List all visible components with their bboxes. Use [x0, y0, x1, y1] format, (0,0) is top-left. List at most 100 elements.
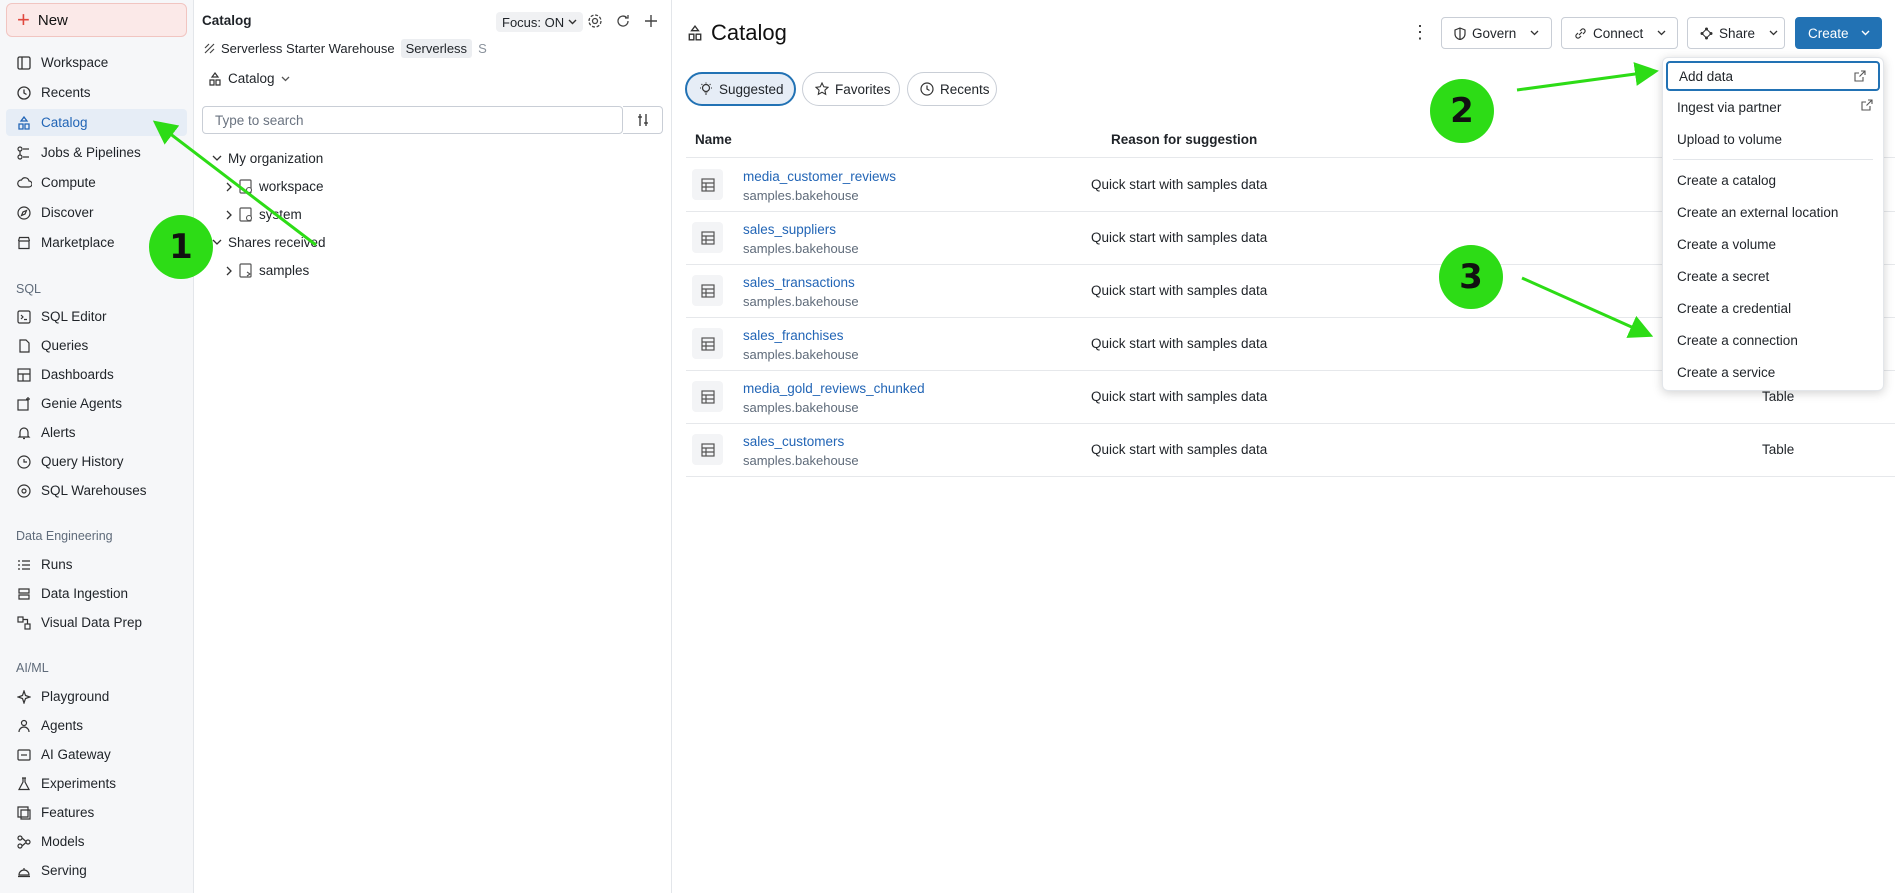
sidebar-item-label: Recents: [41, 85, 91, 100]
menu-item-ingest-via-partner[interactable]: Ingest via partner: [1663, 92, 1885, 122]
sidebar-item-alerts[interactable]: Alerts: [6, 419, 187, 446]
sidebar-item-features[interactable]: Features: [6, 799, 187, 826]
sidebar-item-compute[interactable]: Compute: [6, 169, 187, 196]
external-link-icon: [1861, 99, 1873, 111]
menu-item-create-secret[interactable]: Create a secret: [1663, 261, 1885, 291]
column-header-reason[interactable]: Reason for suggestion: [1111, 132, 1257, 147]
history-icon: [16, 454, 32, 470]
sidebar-item-label: Data Ingestion: [41, 586, 129, 601]
catalog-type-dropdown[interactable]: Catalog: [208, 71, 290, 86]
table-row[interactable]: sales_customers samples.bakehouse Quick …: [686, 423, 1895, 477]
features-icon: [16, 805, 32, 821]
share-button[interactable]: Share: [1687, 17, 1785, 49]
shield-icon: [1454, 26, 1466, 40]
chevron-down-icon: [212, 155, 222, 162]
catalog-db-icon: [239, 179, 253, 194]
connect-button[interactable]: Connect: [1561, 17, 1678, 49]
tree-node-workspace[interactable]: workspace: [226, 179, 324, 194]
row-name-link[interactable]: sales_suppliers: [743, 222, 836, 237]
menu-item-create-catalog[interactable]: Create a catalog: [1663, 165, 1885, 195]
menu-item-create-volume[interactable]: Create a volume: [1663, 229, 1885, 259]
row-name-link[interactable]: media_gold_reviews_chunked: [743, 381, 925, 396]
catalog-search-input[interactable]: Type to search: [202, 106, 623, 134]
compass-icon: [16, 205, 32, 221]
row-reason: Quick start with samples data: [1091, 230, 1268, 245]
row-path: samples.bakehouse: [743, 188, 859, 203]
sidebar-item-query-history[interactable]: Query History: [6, 448, 187, 475]
add-icon[interactable]: [642, 12, 660, 30]
row-name-link[interactable]: sales_franchises: [743, 328, 844, 343]
filter-button[interactable]: [623, 106, 663, 134]
sidebar-item-models[interactable]: Models: [6, 828, 187, 855]
more-options-icon[interactable]: ⋮: [1411, 22, 1429, 43]
tab-label: Favorites: [835, 81, 891, 97]
catalog-explorer-panel: Catalog Focus: ON Serverless Starter War…: [193, 0, 672, 893]
tree-node-my-organization[interactable]: My organization: [212, 151, 323, 166]
sidebar-item-label: Queries: [41, 338, 89, 353]
menu-item-create-external-location[interactable]: Create an external location: [1663, 197, 1885, 227]
dashboard-icon: [16, 367, 32, 383]
catalog-dropdown-label: Catalog: [228, 71, 275, 86]
share-label: Share: [1719, 25, 1756, 41]
sidebar-item-playground[interactable]: Playground: [6, 683, 187, 710]
row-name-link[interactable]: media_customer_reviews: [743, 169, 896, 184]
clock-icon: [16, 85, 32, 101]
menu-item-create-service[interactable]: Create a service: [1663, 357, 1885, 387]
chevron-down-icon: [1657, 30, 1666, 36]
row-name-link[interactable]: sales_transactions: [743, 275, 855, 290]
sql-editor-icon: [16, 309, 32, 325]
tab-favorites[interactable]: Favorites: [802, 72, 900, 106]
ingestion-icon: [16, 586, 32, 602]
menu-item-upload-to-volume[interactable]: Upload to volume: [1663, 124, 1885, 154]
sidebar-item-data-ingestion[interactable]: Data Ingestion: [6, 580, 187, 607]
gear-icon[interactable]: [586, 12, 604, 30]
menu-item-add-data[interactable]: Add data: [1666, 61, 1880, 91]
warehouse-badge: Serverless: [400, 39, 473, 58]
sidebar-item-sql-editor[interactable]: SQL Editor: [6, 303, 187, 330]
row-path: samples.bakehouse: [743, 453, 859, 468]
menu-item-create-credential[interactable]: Create a credential: [1663, 293, 1885, 323]
sidebar-item-runs[interactable]: Runs: [6, 551, 187, 578]
row-reason: Quick start with samples data: [1091, 177, 1268, 192]
tree-node-system[interactable]: system: [226, 207, 302, 222]
sidebar-item-label: Visual Data Prep: [41, 615, 143, 630]
refresh-icon[interactable]: [614, 12, 632, 30]
govern-button[interactable]: Govern: [1441, 17, 1552, 49]
sidebar-item-queries[interactable]: Queries: [6, 332, 187, 359]
sidebar-item-sql-warehouses[interactable]: SQL Warehouses: [6, 477, 187, 504]
sidebar-item-genie[interactable]: Genie Agents: [6, 390, 187, 417]
sidebar-item-experiments[interactable]: Experiments: [6, 770, 187, 797]
table-icon: [692, 328, 723, 359]
tab-suggested[interactable]: Suggested: [685, 72, 796, 106]
sidebar-item-ai-gateway[interactable]: AI Gateway: [6, 741, 187, 768]
focus-toggle[interactable]: Focus: ON: [496, 12, 584, 32]
menu-item-create-connection[interactable]: Create a connection: [1663, 325, 1885, 355]
sidebar-item-serving[interactable]: Serving: [6, 857, 187, 884]
sidebar-item-agents[interactable]: Agents: [6, 712, 187, 739]
warehouse-selector[interactable]: Serverless Starter Warehouse Serverless …: [204, 39, 487, 58]
sidebar-item-workspace[interactable]: Workspace: [6, 49, 187, 76]
menu-item-label: Upload to volume: [1677, 131, 1783, 147]
tree-node-label: workspace: [259, 179, 324, 194]
row-reason: Quick start with samples data: [1091, 389, 1268, 404]
create-dropdown-menu: Add data Ingest via partner Upload to vo…: [1662, 57, 1884, 391]
sidebar-item-catalog[interactable]: Catalog: [6, 109, 187, 136]
sidebar-item-dashboards[interactable]: Dashboards: [6, 361, 187, 388]
create-button[interactable]: Create: [1795, 17, 1882, 49]
chevron-right-icon: [226, 266, 233, 276]
chevron-down-icon: [281, 76, 290, 82]
column-header-name[interactable]: Name: [695, 132, 732, 147]
tab-recents[interactable]: Recents: [907, 72, 997, 106]
chevron-right-icon: [226, 210, 233, 220]
sidebar-item-label: Features: [41, 805, 95, 820]
new-button[interactable]: + New: [6, 3, 187, 37]
sidebar-item-jobs[interactable]: Jobs & Pipelines: [6, 139, 187, 166]
table-icon: [692, 434, 723, 465]
tree-node-samples[interactable]: samples: [226, 263, 309, 278]
sidebar-item-visual-data-prep[interactable]: Visual Data Prep: [6, 609, 187, 636]
cloud-icon: [16, 175, 32, 191]
sidebar-item-recents[interactable]: Recents: [6, 79, 187, 106]
sidebar-item-label: Workspace: [41, 55, 109, 70]
row-name-link[interactable]: sales_customers: [743, 434, 844, 449]
tree-node-shares-received[interactable]: Shares received: [212, 235, 326, 250]
